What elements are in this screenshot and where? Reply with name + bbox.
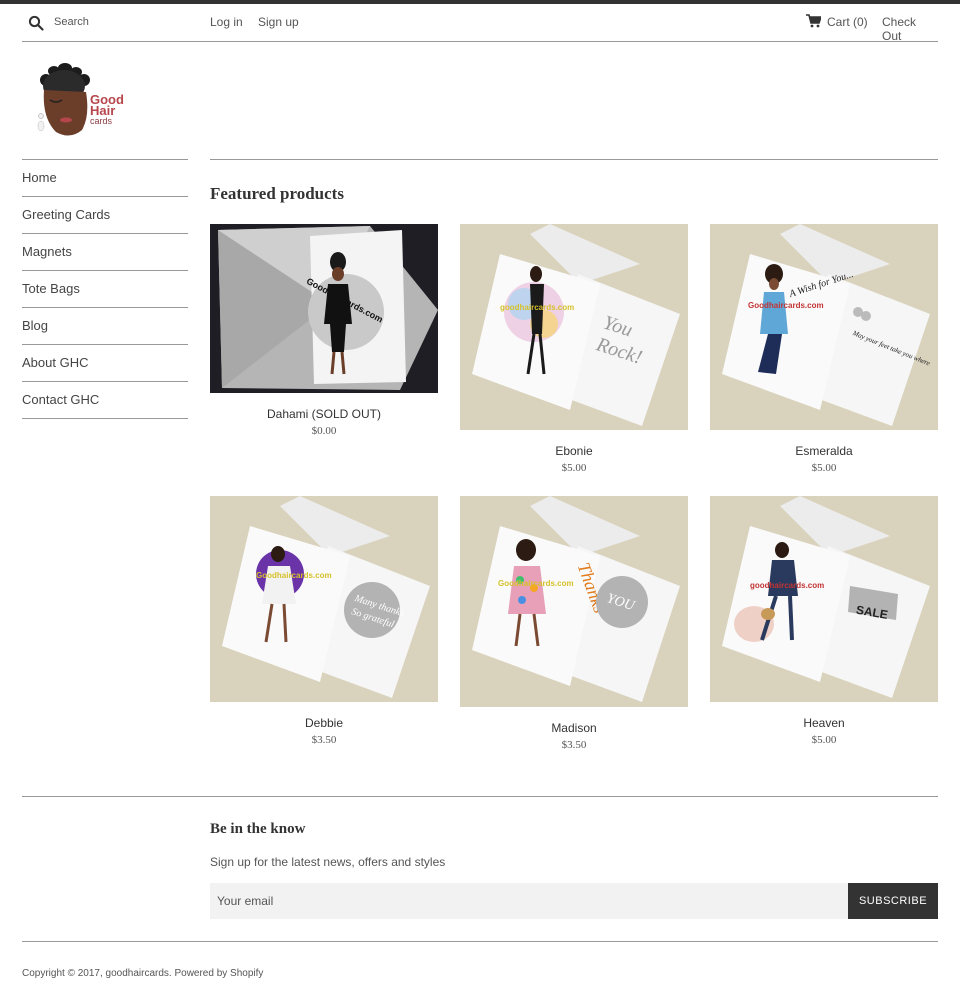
signup-link[interactable]: Sign up xyxy=(258,15,299,29)
product-card[interactable]: Goodhaircards.com Many thanks So gratefu… xyxy=(210,496,438,746)
product-image[interactable]: goodhaircards.com SALE xyxy=(710,496,938,702)
product-card[interactable]: Goodhaircards.com Thanks YOU Madison $3.… xyxy=(460,496,688,751)
site-logo[interactable]: Good Hair cards xyxy=(34,60,126,140)
product-name[interactable]: Heaven xyxy=(710,716,938,730)
cart-icon[interactable] xyxy=(806,14,821,28)
product-image[interactable]: Goodhaircards.com A Wish for You... May … xyxy=(710,224,938,430)
product-price: $5.00 xyxy=(561,462,587,474)
newsletter-title: Be in the know xyxy=(210,821,306,837)
email-field[interactable] xyxy=(210,883,848,919)
product-card[interactable]: Goodhaircards.com Dahami (SOLD OUT) $0.0… xyxy=(210,224,438,437)
product-card[interactable]: Goodhaircards.com A Wish for You... May … xyxy=(710,224,938,474)
section-title: Featured products xyxy=(210,184,344,203)
product-image[interactable]: Goodhaircards.com Many thanks So gratefu… xyxy=(210,496,438,702)
sidebar-item-tote-bags[interactable]: Tote Bags xyxy=(22,271,188,308)
sidebar-item-blog[interactable]: Blog xyxy=(22,308,188,345)
product-price: $0.00 xyxy=(311,425,337,437)
search-icon[interactable] xyxy=(28,15,44,31)
main-divider xyxy=(210,159,938,160)
sidebar-item-about[interactable]: About GHC xyxy=(22,345,188,382)
product-card[interactable]: goodhaircards.com You Rock! Ebonie $5.00 xyxy=(460,224,688,474)
product-image[interactable]: Goodhaircards.com Thanks YOU xyxy=(460,496,688,707)
sidebar-nav: Home Greeting Cards Magnets Tote Bags Bl… xyxy=(22,159,188,419)
product-price: $5.00 xyxy=(811,734,837,746)
copyright-text: Copyright © 2017, goodhaircards. Powered… xyxy=(22,968,264,979)
logo-word-cards: cards xyxy=(90,116,113,126)
product-name[interactable]: Ebonie xyxy=(460,444,688,458)
logo-woman-icon xyxy=(37,63,90,136)
product-name[interactable]: Dahami (SOLD OUT) xyxy=(210,407,438,421)
newsletter-text: Sign up for the latest news, offers and … xyxy=(210,855,446,869)
cart-link[interactable]: Cart (0) xyxy=(827,15,868,29)
product-image[interactable]: Goodhaircards.com xyxy=(210,224,438,393)
sidebar-item-greeting-cards[interactable]: Greeting Cards xyxy=(22,197,188,234)
product-price: $3.50 xyxy=(561,739,587,751)
svg-text:Goodhaircards.com: Goodhaircards.com xyxy=(256,571,332,580)
logo-text: Good Hair cards xyxy=(90,93,124,127)
sidebar-item-home[interactable]: Home xyxy=(22,160,188,197)
svg-text:goodhaircards.com: goodhaircards.com xyxy=(500,303,574,312)
product-price: $3.50 xyxy=(311,734,337,746)
product-image[interactable]: goodhaircards.com You Rock! xyxy=(460,224,688,430)
svg-text:Goodhaircards.com: Goodhaircards.com xyxy=(498,579,574,588)
subscribe-button[interactable]: SUBSCRIBE xyxy=(848,883,938,919)
sidebar-item-contact[interactable]: Contact GHC xyxy=(22,382,188,419)
product-name[interactable]: Esmeralda xyxy=(710,444,938,458)
svg-text:goodhaircards.com: goodhaircards.com xyxy=(750,581,824,590)
footer-divider xyxy=(22,796,938,797)
product-name[interactable]: Madison xyxy=(460,721,688,735)
product-price: $5.00 xyxy=(811,462,837,474)
checkout-link[interactable]: Check Out xyxy=(882,15,938,43)
product-card[interactable]: goodhaircards.com SALE Heaven $5.00 xyxy=(710,496,938,746)
product-name[interactable]: Debbie xyxy=(210,716,438,730)
site-header: Log in Sign up Cart (0) Check Out xyxy=(22,4,938,43)
login-link[interactable]: Log in xyxy=(210,15,243,29)
search-input[interactable] xyxy=(54,13,194,31)
svg-text:Goodhaircards.com: Goodhaircards.com xyxy=(748,301,824,310)
sidebar-item-magnets[interactable]: Magnets xyxy=(22,234,188,271)
footer-divider-bottom xyxy=(22,941,938,942)
